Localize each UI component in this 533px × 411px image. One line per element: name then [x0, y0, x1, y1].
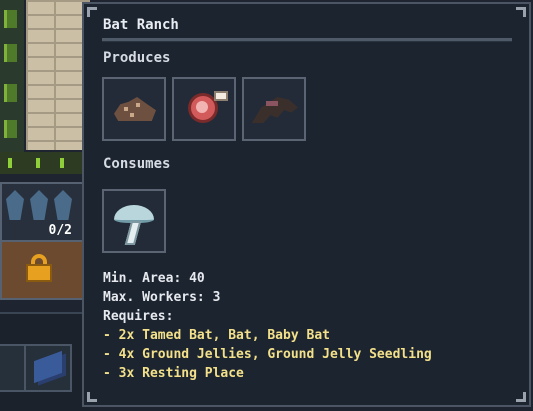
bat-icon — [30, 190, 48, 220]
bat-icon — [6, 190, 24, 220]
building-tooltip: Bat Ranch Produces Consumes Min. Area: 4… — [82, 2, 531, 407]
grass-tuft — [60, 158, 64, 168]
hotbar — [0, 312, 90, 411]
blueprint-icon — [34, 350, 62, 384]
min-area-text: Min. Area: 40 — [103, 271, 205, 286]
corner-ornament — [87, 7, 97, 17]
dirt-wall — [0, 0, 24, 160]
consumed-item-slot[interactable] — [102, 189, 166, 253]
corner-ornament — [87, 392, 97, 402]
worker-slot-card[interactable]: 0/2 — [0, 182, 86, 242]
grass-tuft — [8, 158, 12, 168]
worker-count: 0/2 — [48, 223, 72, 238]
hotbar-slot[interactable] — [24, 344, 72, 392]
vine-decoration — [4, 120, 17, 138]
grass-tuft — [36, 158, 40, 168]
stone-floor-tiles — [26, 0, 90, 150]
vine-decoration — [4, 84, 17, 102]
max-workers-text: Max. Workers: 3 — [103, 290, 221, 305]
grass-strip — [0, 152, 90, 174]
locked-slot-card[interactable] — [0, 240, 86, 300]
bat-icon — [54, 190, 72, 220]
requires-heading: Requires: — [103, 309, 174, 324]
requirement-item: - 3x Resting Place — [103, 366, 244, 381]
requirement-item: - 2x Tamed Bat, Bat, Baby Bat — [103, 328, 330, 343]
produced-item-slot[interactable] — [102, 77, 166, 141]
title-divider — [102, 38, 512, 42]
produced-item-slot[interactable] — [242, 77, 306, 141]
tooltip-title: Bat Ranch — [103, 17, 179, 33]
produces-heading: Produces — [103, 50, 171, 66]
requirement-item: - 4x Ground Jellies, Ground Jelly Seedli… — [103, 347, 432, 362]
consumes-heading: Consumes — [103, 156, 171, 172]
vine-decoration — [4, 44, 17, 62]
produced-item-slot[interactable] — [172, 77, 236, 141]
lock-icon — [26, 254, 52, 282]
game-world-background: 0/2 — [0, 0, 90, 411]
corner-ornament — [516, 392, 526, 402]
corner-ornament — [516, 7, 526, 17]
vine-decoration — [4, 10, 17, 28]
